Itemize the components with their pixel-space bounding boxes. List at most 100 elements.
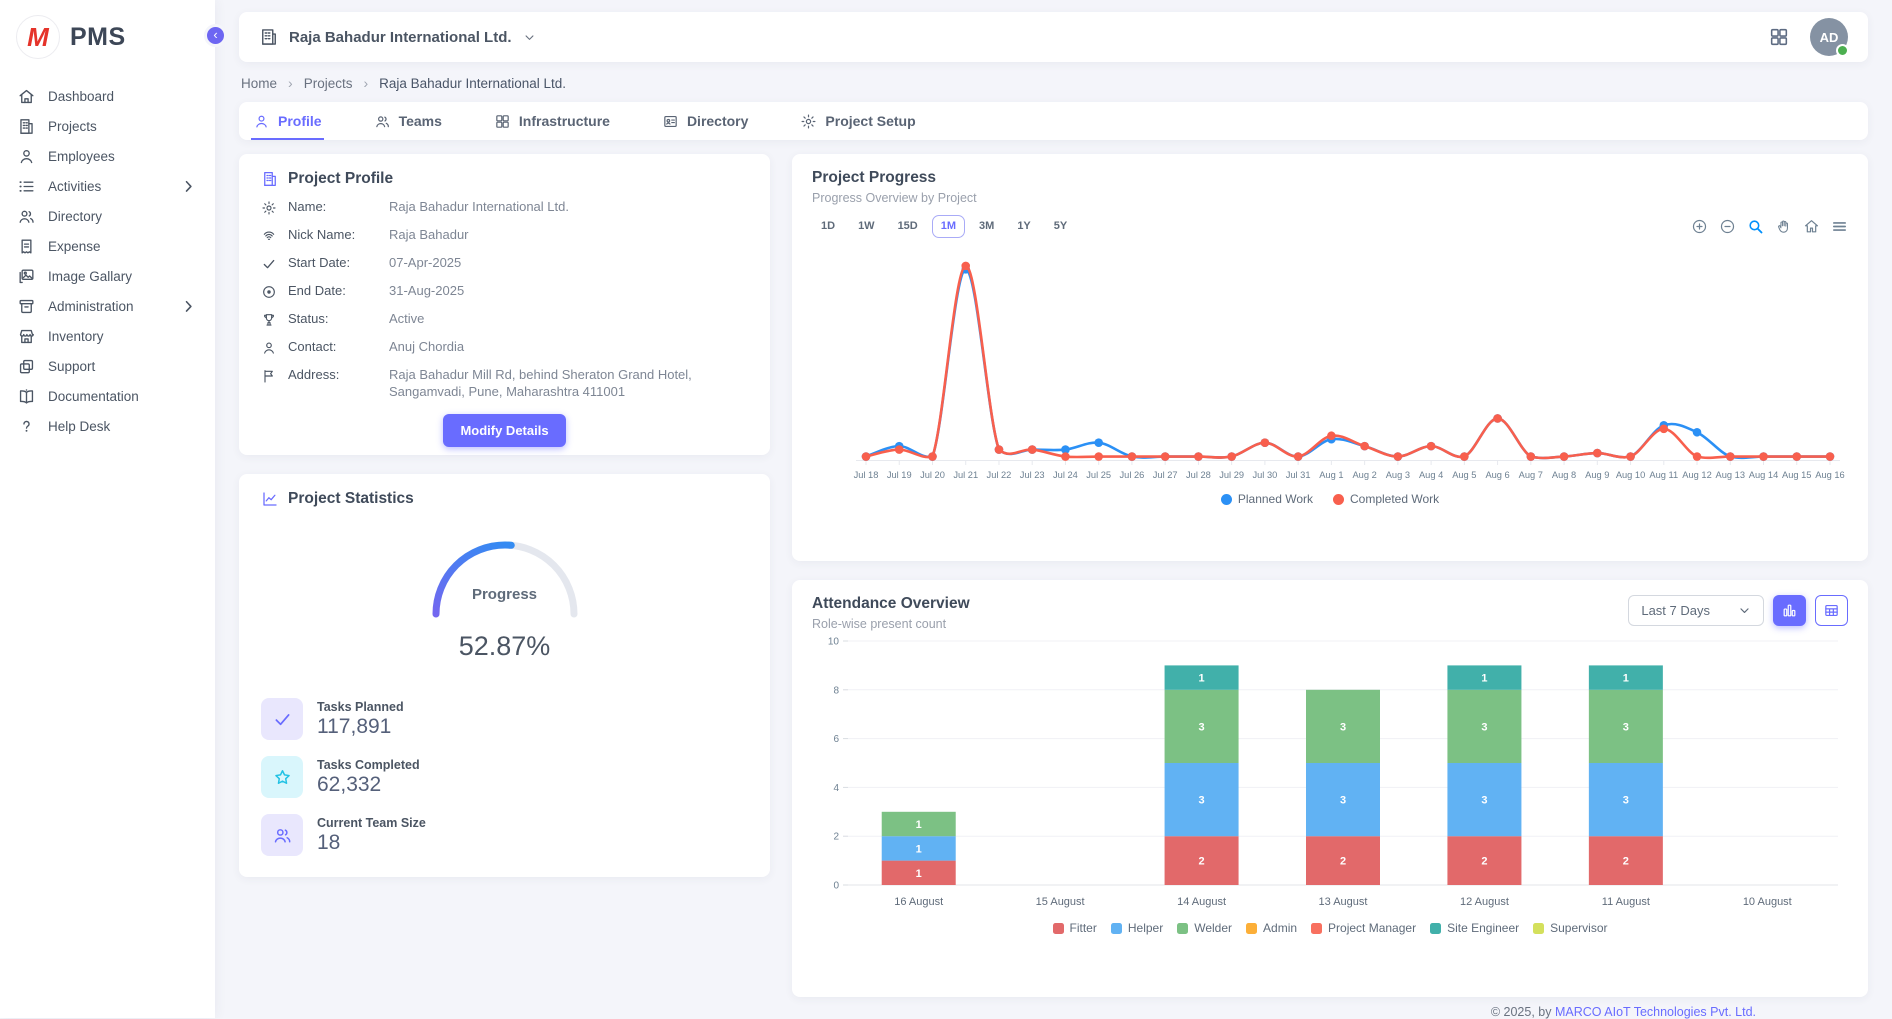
range-button-1y[interactable]: 1Y xyxy=(1008,215,1039,238)
sidebar-item-documentation[interactable]: Documentation xyxy=(0,381,215,411)
stat-value: 117,891 xyxy=(317,715,404,739)
attendance-card-title: Attendance Overview xyxy=(812,595,970,613)
range-button-1d[interactable]: 1D xyxy=(812,215,844,238)
sidebar-item-administration[interactable]: Administration xyxy=(0,291,215,321)
profile-field-start-date: Start Date:07-Apr-2025 xyxy=(261,255,748,272)
user-avatar[interactable]: AD xyxy=(1810,18,1848,56)
image-icon xyxy=(17,267,36,286)
svg-text:11 August: 11 August xyxy=(1602,896,1650,908)
tab-profile[interactable]: Profile xyxy=(251,102,324,140)
chart-view-button[interactable] xyxy=(1773,595,1806,626)
legend-label: Planned Work xyxy=(1238,492,1313,506)
tab-label: Project Setup xyxy=(825,113,915,129)
field-label: Nick Name: xyxy=(288,227,378,242)
range-button-1m[interactable]: 1M xyxy=(932,215,965,238)
stat-icon-tile xyxy=(261,756,303,798)
svg-text:15 August: 15 August xyxy=(1036,896,1085,908)
modify-details-button[interactable]: Modify Details xyxy=(443,414,565,447)
gauge-value: 52.87% xyxy=(417,631,593,662)
sidebar-item-label: Activities xyxy=(48,179,101,194)
tab-infrastructure[interactable]: Infrastructure xyxy=(492,102,612,140)
company-selector[interactable]: Raja Bahadur International Ltd. xyxy=(259,27,537,47)
user-icon xyxy=(261,340,277,356)
stat-label: Tasks Planned xyxy=(317,700,404,714)
legend-item-site-engineer[interactable]: Site Engineer xyxy=(1430,921,1519,935)
legend-item-admin[interactable]: Admin xyxy=(1246,921,1297,935)
legend-marker xyxy=(1430,923,1441,934)
progress-card-subtitle: Progress Overview by Project xyxy=(812,191,1848,205)
breadcrumb-item-projects[interactable]: Projects xyxy=(304,76,353,91)
svg-text:Jul 29: Jul 29 xyxy=(1219,470,1244,480)
legend-item-completed-work[interactable]: Completed Work xyxy=(1333,492,1439,506)
tab-directory[interactable]: Directory xyxy=(660,102,750,140)
footer-company-link[interactable]: MARCO AIoT Technologies Pvt. Ltd. xyxy=(1555,1005,1756,1019)
line-chart-legend: Planned Work Completed Work xyxy=(812,492,1848,506)
sidebar-item-employees[interactable]: Employees xyxy=(0,141,215,171)
tab-teams[interactable]: Teams xyxy=(372,102,444,140)
project-progress-line-chart[interactable]: Jul 18Jul 19Jul 20Jul 21Jul 22Jul 23Jul … xyxy=(812,238,1848,490)
building-icon xyxy=(17,117,36,136)
legend-item-welder[interactable]: Welder xyxy=(1177,921,1232,935)
apps-grid-icon[interactable] xyxy=(1768,26,1790,48)
sidebar-item-image-gallary[interactable]: Image Gallary xyxy=(0,261,215,291)
tab-label: Profile xyxy=(278,113,322,129)
profile-card-title: Project Profile xyxy=(288,170,393,188)
sidebar-item-activities[interactable]: Activities xyxy=(0,171,215,201)
stat-tasks-planned: Tasks Planned117,891 xyxy=(261,698,748,740)
sidebar-item-expense[interactable]: Expense xyxy=(0,231,215,261)
home-reset-icon[interactable] xyxy=(1803,218,1820,235)
legend-item-planned-work[interactable]: Planned Work xyxy=(1221,492,1313,506)
zoom-out-icon[interactable] xyxy=(1719,218,1736,235)
range-button-5y[interactable]: 5Y xyxy=(1045,215,1076,238)
svg-text:3: 3 xyxy=(1623,795,1629,807)
sidebar-item-support[interactable]: Support xyxy=(0,351,215,381)
field-label: Address: xyxy=(288,367,378,382)
tab-project-setup[interactable]: Project Setup xyxy=(798,102,917,140)
attendance-range-select[interactable]: Last 7 Days xyxy=(1628,595,1764,626)
legend-item-helper[interactable]: Helper xyxy=(1111,921,1163,935)
star-icon xyxy=(272,767,293,788)
chart-toolbar xyxy=(1691,218,1848,235)
company-building-icon xyxy=(259,27,279,47)
menu-icon[interactable] xyxy=(1831,218,1848,235)
zoom-in-icon[interactable] xyxy=(1691,218,1708,235)
app-name: PMS xyxy=(70,23,126,52)
field-value: Raja Bahadur Mill Rd, behind Sheraton Gr… xyxy=(389,367,748,401)
range-button-3m[interactable]: 3M xyxy=(970,215,1003,238)
range-button-1w[interactable]: 1W xyxy=(849,215,884,238)
legend-item-fitter[interactable]: Fitter xyxy=(1053,921,1097,935)
selection-zoom-icon[interactable] xyxy=(1747,218,1764,235)
gear-icon xyxy=(800,113,817,130)
sidebar-item-label: Dashboard xyxy=(48,89,114,104)
legend-label: Completed Work xyxy=(1350,492,1439,506)
sidebar-item-label: Inventory xyxy=(48,329,104,344)
legend-item-project-manager[interactable]: Project Manager xyxy=(1311,921,1416,935)
table-view-button[interactable] xyxy=(1815,595,1848,626)
range-button-15d[interactable]: 15D xyxy=(889,215,927,238)
sidebar-item-help-desk[interactable]: Help Desk xyxy=(0,411,215,441)
grid-icon xyxy=(494,113,511,130)
stat-value: 18 xyxy=(317,831,426,855)
sidebar-collapse-button[interactable]: ‹ xyxy=(204,24,227,47)
breadcrumb-item-home[interactable]: Home xyxy=(241,76,277,91)
sidebar-item-label: Directory xyxy=(48,209,102,224)
attendance-bar-chart[interactable]: 024681016 August11115 August14 August233… xyxy=(812,631,1848,919)
users-icon xyxy=(374,113,391,130)
sidebar-item-label: Documentation xyxy=(48,389,139,404)
field-value: Raja Bahadur International Ltd. xyxy=(389,199,569,216)
pan-icon[interactable] xyxy=(1775,218,1792,235)
sidebar-item-label: Help Desk xyxy=(48,419,110,434)
store-icon xyxy=(17,327,36,346)
content-grid: Project Profile Name:Raja Bahadur Intern… xyxy=(239,154,1868,997)
sidebar-item-projects[interactable]: Projects xyxy=(0,111,215,141)
main-content: Raja Bahadur International Ltd. AD Home›… xyxy=(215,0,1892,1018)
sidebar-item-dashboard[interactable]: Dashboard xyxy=(0,81,215,111)
sidebar-item-inventory[interactable]: Inventory xyxy=(0,321,215,351)
svg-text:Jul 22: Jul 22 xyxy=(987,470,1012,480)
svg-text:Jul 28: Jul 28 xyxy=(1186,470,1211,480)
field-value: Active xyxy=(389,311,424,328)
stat-text: Tasks Completed62,332 xyxy=(317,758,420,797)
sidebar-item-directory[interactable]: Directory xyxy=(0,201,215,231)
svg-text:1: 1 xyxy=(1623,673,1629,685)
legend-item-supervisor[interactable]: Supervisor xyxy=(1533,921,1607,935)
